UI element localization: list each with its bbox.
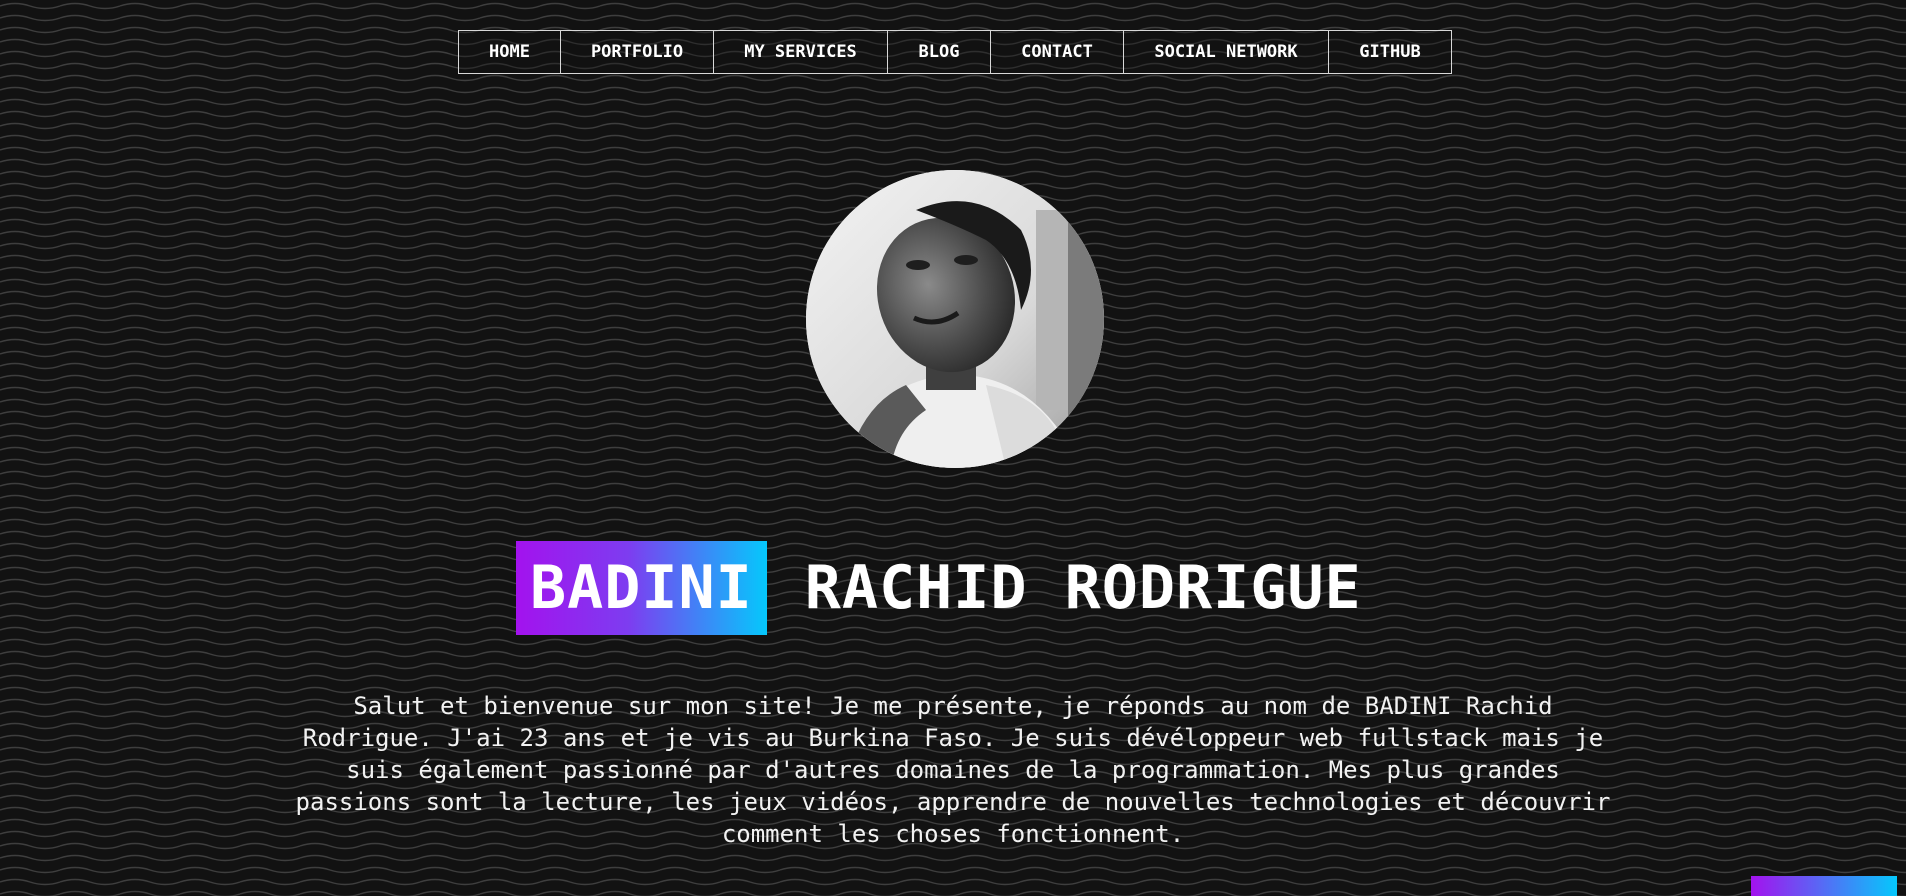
intro-paragraph: Salut et bienvenue sur mon site! Je me p… (295, 692, 1611, 848)
nav-portfolio-link[interactable]: PORTFOLIO (561, 31, 714, 73)
gradient-corner-bar (1751, 876, 1897, 896)
nav-social-network-link[interactable]: SOCIAL NETWORK (1124, 31, 1329, 73)
last-name-highlight: BADINI (516, 541, 767, 635)
first-names: RACHID RODRIGUE (804, 553, 1362, 623)
profile-photo (806, 170, 1104, 468)
nav-contact-link[interactable]: CONTACT (991, 31, 1124, 73)
hero-name: BADINI RACHID RODRIGUE (516, 541, 1362, 635)
nav-home-link[interactable]: HOME (459, 31, 561, 73)
nav-blog-link[interactable]: BLOG (888, 31, 991, 73)
nav-my-services-link[interactable]: MY SERVICES (714, 31, 888, 73)
nav-github-link[interactable]: GITHUB (1329, 31, 1451, 73)
main-navigation: HOME PORTFOLIO MY SERVICES BLOG CONTACT … (458, 30, 1452, 74)
